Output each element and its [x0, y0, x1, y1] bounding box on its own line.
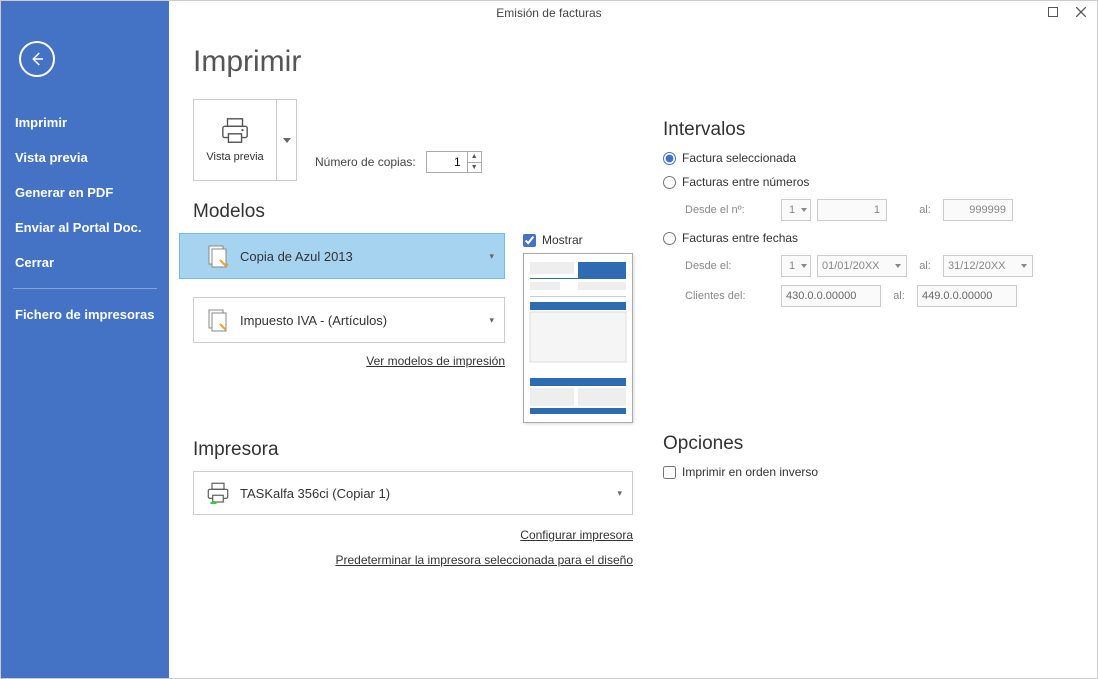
- copies-label: Número de copias:: [315, 155, 416, 169]
- reverse-order-checkbox[interactable]: [663, 466, 676, 479]
- model-selected[interactable]: Copia de Azul 2013 ▾: [179, 233, 505, 279]
- opciones-heading: Opciones: [663, 433, 1069, 455]
- impresora-heading: Impresora: [193, 439, 633, 461]
- printer-ready-icon: [206, 482, 230, 504]
- close-button[interactable]: [1071, 3, 1091, 21]
- sidebar-item-imprimir[interactable]: Imprimir: [1, 105, 169, 140]
- radio-facturas-entre-fechas-label: Facturas entre fechas: [682, 231, 798, 245]
- cliente-to-input[interactable]: [917, 285, 1017, 307]
- document-icon: [206, 308, 230, 332]
- model-item-2[interactable]: Impuesto IVA - (Artículos) ▾: [193, 297, 505, 343]
- maximize-button[interactable]: [1043, 3, 1063, 21]
- modelos-heading: Modelos: [193, 201, 633, 223]
- model-selected-label: Copia de Azul 2013: [240, 249, 353, 264]
- spinner-up-icon[interactable]: ▲: [468, 152, 481, 163]
- printer-icon: [220, 117, 250, 145]
- radio-facturas-entre-fechas[interactable]: [663, 232, 676, 245]
- window-title: Emisión de facturas: [496, 6, 601, 20]
- date-series-dropdown[interactable]: 1: [781, 255, 811, 277]
- printer-name: TASKalfa 356ci (Copiar 1): [240, 486, 390, 501]
- back-button[interactable]: [19, 41, 55, 77]
- show-preview-checkbox[interactable]: [523, 234, 536, 247]
- page-title: Imprimir: [193, 45, 633, 79]
- radio-facturas-entre-numeros[interactable]: [663, 176, 676, 189]
- vista-previa-label: Vista previa: [206, 151, 263, 163]
- vista-previa-dropdown[interactable]: [276, 100, 296, 180]
- spinner-down-icon[interactable]: ▼: [468, 163, 481, 173]
- view-models-link[interactable]: Ver modelos de impresión: [366, 354, 505, 368]
- reverse-order-label: Imprimir en orden inverso: [682, 465, 818, 479]
- sidebar-item-enviar-portal[interactable]: Enviar al Portal Doc.: [1, 210, 169, 245]
- document-icon: [206, 244, 230, 268]
- cliente-from-input[interactable]: [781, 285, 881, 307]
- date-to-input[interactable]: 31/12/20XX: [943, 255, 1033, 277]
- predeterminar-impresora-link[interactable]: Predeterminar la impresora seleccionada …: [336, 553, 634, 567]
- chevron-down-icon: ▾: [489, 251, 494, 262]
- printer-select[interactable]: TASKalfa 356ci (Copiar 1) ▾: [193, 471, 633, 515]
- sidebar-item-generar-pdf[interactable]: Generar en PDF: [1, 175, 169, 210]
- document-preview[interactable]: [523, 253, 633, 423]
- sidebar-item-cerrar[interactable]: Cerrar: [1, 245, 169, 280]
- vista-previa-button[interactable]: Vista previa: [193, 99, 297, 181]
- sidebar: Imprimir Vista previa Generar en PDF Env…: [1, 1, 169, 678]
- vista-previa-main[interactable]: Vista previa: [194, 100, 276, 180]
- al-label-2: al:: [913, 260, 937, 272]
- chevron-down-icon: ▾: [489, 315, 494, 326]
- configurar-impresora-link[interactable]: Configurar impresora: [520, 528, 633, 542]
- date-from-input[interactable]: 01/01/20XX: [817, 255, 907, 277]
- desde-el-label: Desde el:: [685, 260, 775, 272]
- radio-factura-seleccionada[interactable]: [663, 152, 676, 165]
- model-item-2-label: Impuesto IVA - (Artículos): [240, 313, 387, 328]
- sidebar-item-fichero-impresoras[interactable]: Fichero de impresoras: [1, 297, 169, 332]
- num-to-input[interactable]: [943, 199, 1013, 221]
- radio-factura-seleccionada-label: Factura seleccionada: [682, 151, 796, 165]
- al-label: al:: [913, 204, 937, 216]
- clientes-label: Clientes del:: [685, 290, 775, 302]
- sidebar-item-vista-previa[interactable]: Vista previa: [1, 140, 169, 175]
- chevron-down-icon: ▾: [617, 488, 622, 499]
- num-series-dropdown[interactable]: 1: [781, 199, 811, 221]
- copies-input[interactable]: [427, 152, 467, 172]
- copies-spinner[interactable]: ▲ ▼: [426, 151, 482, 173]
- intervalos-heading: Intervalos: [663, 119, 1069, 141]
- al-label-3: al:: [887, 290, 911, 302]
- radio-facturas-entre-numeros-label: Facturas entre números: [682, 175, 809, 189]
- num-from-input[interactable]: [817, 199, 887, 221]
- desde-num-label: Desde el nº:: [685, 204, 775, 216]
- show-preview-label: Mostrar: [542, 233, 583, 247]
